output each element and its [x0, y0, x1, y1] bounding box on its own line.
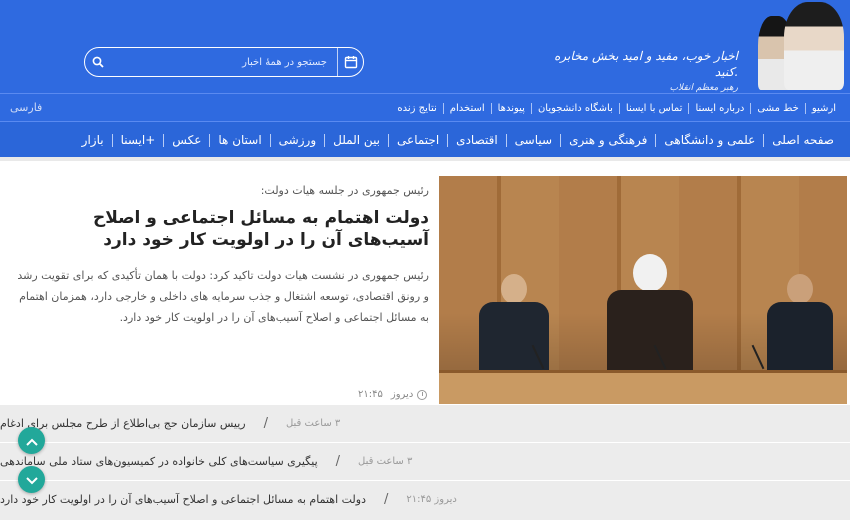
nav-photo[interactable]: عکس [163, 133, 209, 147]
portrait-image [784, 2, 844, 90]
main-nav: صفحه اصلی علمی و دانشگاهی فرهنگی و هنری … [0, 121, 850, 157]
search-icon[interactable] [85, 56, 111, 68]
toplink-about[interactable]: درباره ایسنا [688, 102, 750, 114]
nav-politics[interactable]: سیاسی [505, 133, 560, 147]
nav-divider [0, 157, 850, 161]
toplink-policy[interactable]: خط مشی [750, 102, 804, 114]
nav-society[interactable]: اجتماعی [388, 133, 447, 147]
person-body [767, 302, 833, 374]
toplink-jobs[interactable]: استخدام [442, 102, 491, 114]
person-head [501, 274, 527, 304]
news-list: رییس سازمان حج بی‌اطلاع از طرح مجلس برای… [0, 404, 850, 520]
news-item[interactable]: پیگیری سیاست‌های کلی خانواده در کمیسیون‌… [0, 442, 850, 480]
toplink-contact[interactable]: تماس با ایسنا [618, 102, 689, 114]
featured-time: دیروز ۲۱:۴۵ [358, 389, 428, 400]
header-slogan: اخبار خوب، مفید و امید بخش مخابره کنید. … [528, 48, 738, 96]
separator: / [335, 454, 341, 469]
toplink-students-club[interactable]: باشگاه دانشجویان [530, 102, 619, 114]
chevron-down-icon [25, 470, 38, 489]
chevron-up-icon [25, 431, 38, 450]
separator: / [384, 492, 389, 507]
nav-sports[interactable]: ورزشی [269, 133, 324, 147]
calendar-icon[interactable] [337, 48, 363, 76]
site-header: اخبار خوب، مفید و امید بخش مخابره کنید. … [0, 0, 850, 93]
news-item[interactable]: دولت اهتمام به مسائل اجتماعی و اصلاح آسی… [0, 480, 850, 518]
toplink-live-results[interactable]: نتایج زنده [391, 103, 442, 114]
nav-provinces[interactable]: استان ها [209, 133, 269, 147]
nav-market[interactable]: بازار [74, 133, 112, 147]
news-item-time: ۳ ساعت قبل [358, 456, 413, 467]
nav-science[interactable]: علمی و دانشگاهی [655, 133, 763, 147]
toplink-links[interactable]: پیوندها [490, 102, 531, 114]
language-switch[interactable]: فارسی [10, 101, 42, 114]
top-links-bar: ارشیو خط مشی درباره ایسنا تماس با ایسنا … [0, 93, 850, 121]
person-body [479, 302, 549, 374]
nav-isna-plus[interactable]: ایسنا+ [111, 133, 164, 147]
featured-photo[interactable] [439, 176, 847, 404]
featured-story[interactable]: رئیس جمهوری در جلسه هیات دولت: دولت اهتم… [0, 176, 850, 404]
featured-summary: رئیس جمهوری در نشست هیات دولت تاکید کرد:… [17, 269, 429, 324]
leaders-portraits [753, 0, 848, 90]
photo-desk [439, 370, 847, 404]
slogan-text: اخبار خوب، مفید و امید بخش مخابره کنید. [554, 49, 738, 79]
news-item-title[interactable]: دولت اهتمام به مسائل اجتماعی و اصلاح آسی… [0, 493, 366, 506]
toplink-archive[interactable]: ارشیو [804, 102, 842, 114]
featured-headline[interactable]: دولت اهتمام به مسائل اجتماعی و اصلاح آسی… [14, 207, 429, 251]
featured-kicker: رئیس جمهوری در جلسه هیات دولت: [260, 184, 429, 197]
separator: / [263, 416, 268, 431]
person-head [633, 254, 667, 292]
news-item-title[interactable]: پیگیری سیاست‌های کلی خانواده در کمیسیون‌… [0, 455, 318, 468]
scroll-up-button[interactable] [18, 427, 45, 454]
clock-icon [417, 389, 428, 400]
photo-person [767, 274, 833, 374]
nav-international[interactable]: بین الملل [324, 133, 388, 147]
photo-person [607, 254, 693, 374]
featured-time-day: دیروز [390, 389, 414, 400]
scroll-down-button[interactable] [18, 466, 45, 493]
person-body [607, 290, 693, 374]
featured-time-clock: ۲۱:۴۵ [358, 389, 383, 400]
nav-economy[interactable]: اقتصادی [447, 133, 506, 147]
nav-culture[interactable]: فرهنگی و هنری [560, 133, 655, 147]
search-box[interactable] [84, 47, 364, 77]
featured-text: رئیس جمهوری در جلسه هیات دولت: دولت اهتم… [0, 176, 439, 404]
news-item-time: دیروز ۲۱:۴۵ [406, 494, 457, 505]
person-head [787, 274, 813, 304]
news-item-time: ۳ ساعت قبل [285, 418, 341, 429]
nav-home[interactable]: صفحه اصلی [763, 133, 842, 147]
search-input[interactable] [111, 48, 337, 76]
news-item[interactable]: رییس سازمان حج بی‌اطلاع از طرح مجلس برای… [0, 404, 850, 442]
